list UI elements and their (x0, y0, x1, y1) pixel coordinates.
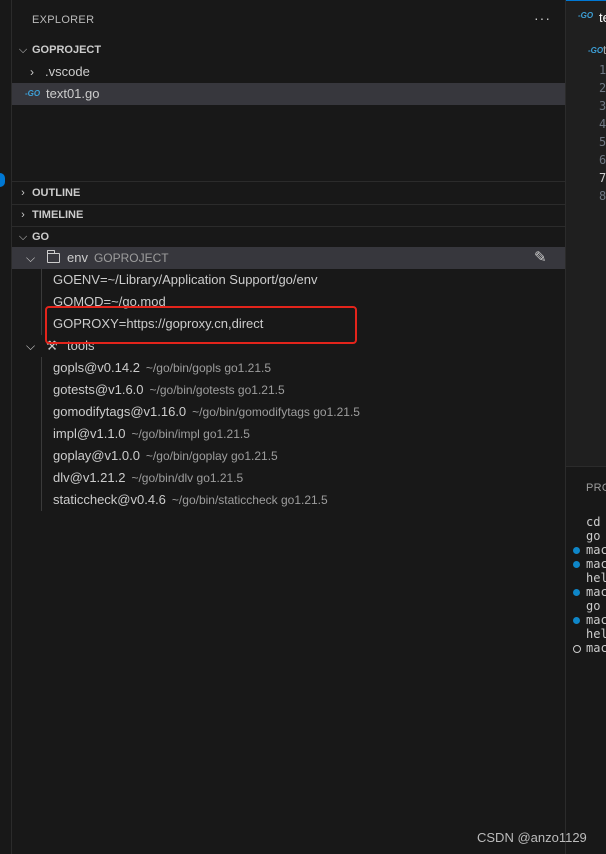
watermark: CSDN @anzo1129 (477, 830, 587, 845)
line-number-active: 7 (599, 171, 606, 185)
env-label-group: env GOPROJECT (67, 247, 169, 269)
command-status-icon (573, 547, 580, 554)
terminal-line: hel (586, 627, 606, 641)
section-goproject[interactable]: ⌵ GOPROJECT (12, 39, 565, 61)
env-label: env (67, 250, 88, 265)
indent-guide (41, 269, 42, 335)
terminal-line: cd (586, 515, 601, 529)
go-file-icon: -GO (578, 11, 594, 20)
section-label: GOPROJECT (32, 44, 102, 56)
go-file-icon: -GO (588, 46, 604, 55)
section-label: OUTLINE (32, 187, 81, 199)
activity-bar-edge (0, 0, 12, 854)
tool-description: ~/go/bin/gopls go1.21.5 (145, 361, 272, 375)
section-outline[interactable]: › OUTLINE (12, 182, 565, 204)
tool-description: ~/go/bin/gotests go1.21.5 (149, 383, 285, 397)
line-number: 2 (599, 81, 606, 95)
terminal-line: mac (586, 585, 606, 599)
tree-item-text01-go[interactable]: -GO text01.go (12, 83, 565, 105)
terminal-line: mac (586, 557, 606, 571)
folder-icon (47, 250, 60, 263)
tool-item[interactable]: impl@v1.1.0 ~/go/bin/impl go1.21.5 (53, 423, 250, 445)
section-go[interactable]: ⌵ GO (12, 226, 565, 248)
indent-guide (41, 357, 42, 511)
tool-description: ~/go/bin/impl go1.21.5 (131, 427, 250, 441)
tool-name: gotests@v1.6.0 (53, 382, 144, 397)
tree-item-env[interactable]: ⌵ env GOPROJECT ✎ (12, 247, 565, 269)
terminal-line: mac (586, 613, 606, 627)
tool-name: impl@v1.1.0 (53, 426, 126, 441)
activity-indicator (0, 173, 5, 187)
line-number: 4 (599, 117, 606, 131)
tree-item-vscode[interactable]: › .vscode (12, 61, 565, 83)
tool-item[interactable]: goplay@v1.0.0 ~/go/bin/goplay go1.21.5 (53, 445, 278, 467)
terminal-line: hel (586, 571, 606, 585)
tool-item[interactable]: staticcheck@v0.4.6 ~/go/bin/staticcheck g… (53, 489, 328, 511)
env-item-goenv[interactable]: GOENV=~/Library/Application Support/go/e… (53, 269, 317, 291)
tool-name: dlv@v1.21.2 (53, 470, 126, 485)
tool-name: gopls@v0.14.2 (53, 360, 140, 375)
tool-item[interactable]: gotests@v1.6.0 ~/go/bin/gotests go1.21.5 (53, 379, 285, 401)
line-number: 6 (599, 153, 606, 167)
highlight-annotation-box (45, 306, 357, 344)
line-number: 1 (599, 63, 606, 77)
go-file-icon: -GO (25, 89, 41, 98)
line-number: 8 (599, 189, 606, 203)
chevron-down-icon: ⌵ (18, 231, 28, 243)
tree-item-label: text01.go (46, 86, 100, 101)
tool-item[interactable]: gopls@v0.14.2 ~/go/bin/gopls go1.21.5 (53, 357, 271, 379)
terminal-line: go (586, 529, 601, 543)
terminal-line: mac (586, 641, 606, 655)
editor-area: -GO te -GO t 1 2 3 4 5 6 7 8 PRO cd go m… (565, 0, 606, 854)
section-label: TIMELINE (32, 209, 84, 221)
tool-description: ~/go/bin/gomodifytags go1.21.5 (192, 405, 360, 419)
line-number: 5 (599, 135, 606, 149)
section-label: GO (32, 231, 50, 243)
tool-name: goplay@v1.0.0 (53, 448, 140, 463)
line-number: 3 (599, 99, 606, 113)
terminal-line: mac (586, 543, 606, 557)
panel-tab-problems[interactable]: PRO (586, 482, 606, 494)
tool-item[interactable]: gomodifytags@v1.16.0 ~/go/bin/gomodifytag… (53, 401, 360, 423)
chevron-down-icon: ⌵ (26, 251, 36, 265)
chevron-down-icon: ⌵ (18, 44, 28, 56)
tool-item[interactable]: dlv@v1.21.2 ~/go/bin/dlv go1.21.5 (53, 467, 243, 489)
command-status-icon (573, 645, 581, 653)
explorer-sidebar: EXPLORER ··· ⌵ GOPROJECT › .vscode -GO t… (12, 0, 565, 854)
command-status-icon (573, 589, 580, 596)
terminal-line: go (586, 599, 601, 613)
tool-description: ~/go/bin/staticcheck go1.21.5 (171, 493, 328, 507)
tab-label: te (599, 10, 606, 25)
tool-description: ~/go/bin/goplay go1.21.5 (145, 449, 278, 463)
pencil-icon[interactable]: ✎ (534, 247, 547, 269)
env-description: GOPROJECT (93, 251, 169, 265)
command-status-icon (573, 561, 580, 568)
tool-name: gomodifytags@v1.16.0 (53, 404, 187, 419)
chevron-down-icon: ⌵ (26, 339, 36, 353)
chevron-right-icon: › (30, 65, 34, 79)
section-timeline[interactable]: › TIMELINE (12, 204, 565, 226)
tab-text01-go[interactable]: -GO te (566, 0, 606, 35)
chevron-right-icon: › (21, 187, 25, 199)
tree-item-label: .vscode (45, 64, 90, 79)
tool-name: staticcheck@v0.4.6 (53, 492, 166, 507)
explorer-title: EXPLORER (32, 14, 95, 26)
command-status-icon (573, 617, 580, 624)
chevron-right-icon: › (21, 209, 25, 221)
terminal-panel: PRO cd go mac mac hel mac go mac hel mac (566, 466, 606, 854)
tool-description: ~/go/bin/dlv go1.21.5 (131, 471, 244, 485)
more-actions-icon[interactable]: ··· (534, 10, 551, 26)
